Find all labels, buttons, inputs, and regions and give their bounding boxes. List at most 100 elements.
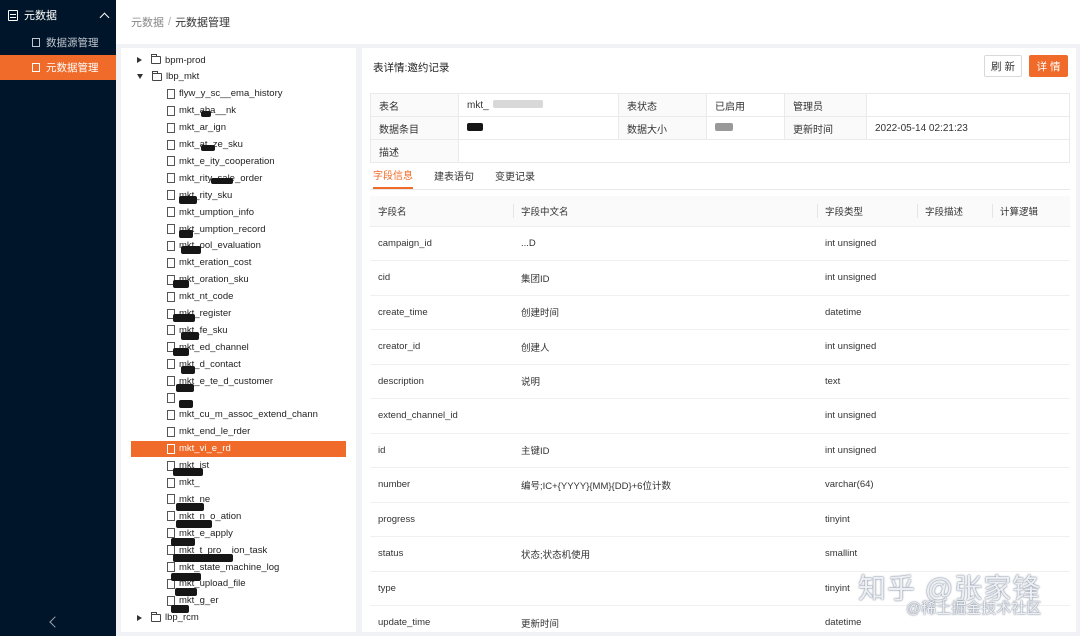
field-name-cell: number	[370, 467, 513, 503]
caret-down-icon[interactable]	[137, 74, 143, 80]
column-header: 字段类型	[817, 196, 917, 227]
field-cn-cell: 集团ID	[513, 260, 817, 296]
tab-change-log[interactable]: 变更记录	[495, 162, 535, 189]
file-icon	[167, 443, 175, 454]
redaction-mark	[173, 314, 195, 322]
redaction-mark	[179, 400, 193, 408]
field-type-cell: int unsigned	[817, 433, 917, 468]
sidebar-group-metadata[interactable]: 元数据	[0, 0, 116, 30]
tree-table-item[interactable]: mkt_ar_ign	[167, 120, 226, 136]
sidebar-item-label: 数据源管理	[46, 37, 99, 49]
file-icon	[167, 105, 175, 116]
field-cn-cell	[513, 571, 817, 606]
field-name-cell: id	[370, 433, 513, 468]
breadcrumb-current: 元数据管理	[175, 17, 231, 29]
column-header: 字段中文名	[513, 196, 817, 227]
redaction-mark	[181, 246, 201, 254]
table-info: 表名 mkt_ 表状态 已启用 管理员 数据条目 数据大小 更新时间 2022-…	[370, 93, 1070, 163]
chevron-up-icon[interactable]	[99, 12, 110, 22]
redaction-mark	[211, 178, 233, 184]
redaction-mark	[173, 348, 189, 356]
field-name-cell: create_time	[370, 295, 513, 330]
file-icon	[167, 173, 175, 184]
field-name-cell: creator_id	[370, 329, 513, 365]
field-desc-cell	[917, 226, 992, 261]
table-row[interactable]: cid 集团ID int unsigned	[370, 260, 1070, 296]
tree-table-item[interactable]: mkt_	[167, 475, 200, 491]
file-icon	[167, 494, 175, 505]
redaction-mark	[171, 573, 201, 581]
redaction-mark	[176, 520, 212, 528]
field-desc-cell	[917, 467, 992, 503]
detail-button[interactable]: 详 情	[1029, 55, 1068, 77]
tree-item-label: mkt_e_ity_cooperation	[179, 155, 275, 167]
tree-folder[interactable]: lbp_rcm	[137, 610, 199, 626]
description-value	[458, 139, 1070, 163]
refresh-button[interactable]: 刷 新	[984, 55, 1022, 77]
tree-table-item[interactable]: flyw_y_sc__ema_history	[167, 86, 283, 102]
tree-table-item[interactable]: mkt_eration_cost	[167, 255, 251, 271]
breadcrumb-parent[interactable]: 元数据	[131, 14, 164, 30]
breadcrumb-separator: /	[168, 16, 172, 28]
detail-tabs: 字段信息 建表语句 变更记录	[370, 162, 1070, 190]
field-logic-cell	[992, 329, 1070, 365]
tree-table-item[interactable]: mkt_end_le_rder	[167, 424, 250, 440]
column-header: 字段名	[370, 196, 513, 227]
table-row[interactable]: id 主键ID int unsigned	[370, 433, 1070, 468]
table-row[interactable]: number 编号;IC+{YYYY}{MM}{DD}+6位计数 varchar(6…	[370, 467, 1070, 503]
tree-table-item[interactable]: mkt_cu_m_assoc_extend_chann	[167, 407, 318, 423]
tree-table-item[interactable]: mkt_vi_e_rd	[131, 440, 346, 457]
sidebar-item-metadata[interactable]: 元数据管理	[0, 55, 116, 80]
column-header: 计算逻辑	[992, 196, 1070, 227]
table-detail-panel: 表详情:邀约记录 刷 新 详 情 表名 mkt_ 表状态 已启用 管理员 数据条…	[362, 48, 1076, 632]
watermark-line2: @稀土掘金技术社区	[906, 600, 1042, 617]
field-name-cell: description	[370, 364, 513, 399]
table-row[interactable]: campaign_id ...D int unsigned	[370, 226, 1070, 261]
table-row[interactable]: extend_channel_id int unsigned	[370, 398, 1070, 434]
tree-table-item[interactable]: mkt_d_contact	[167, 356, 241, 372]
field-type-cell: datetime	[817, 295, 917, 330]
table-tree: bpm-prod lbp_mkt flyw_y_sc__ema_historymkt…	[121, 48, 356, 632]
tree-table-item[interactable]: mkt_e_ity_cooperation	[167, 153, 275, 169]
file-icon	[167, 291, 175, 302]
sidebar-item-label: 元数据管理	[46, 62, 99, 74]
tree-item-label: flyw_y_sc__ema_history	[179, 88, 283, 100]
file-icon	[167, 511, 175, 522]
file-icon	[167, 325, 175, 336]
field-desc-cell	[917, 329, 992, 365]
document-icon	[32, 38, 40, 47]
field-logic-cell	[992, 295, 1070, 330]
tree-item-label: mkt_cu_m_assoc_extend_chann	[179, 409, 318, 421]
redaction-mark	[201, 145, 215, 151]
redaction-mark	[179, 196, 197, 204]
tree-table-item[interactable]: mkt_nt_code	[167, 289, 233, 305]
table-row[interactable]: description 说明 text	[370, 364, 1070, 399]
file-icon	[167, 139, 175, 150]
file-icon	[167, 88, 175, 99]
redaction-mark	[175, 588, 197, 596]
caret-right-icon[interactable]	[137, 614, 142, 621]
tree-folder[interactable]: lbp_mkt	[137, 69, 199, 85]
row-count-label: 数据条目	[370, 116, 459, 140]
tab-field-info[interactable]: 字段信息	[373, 162, 413, 189]
tree-table-item[interactable]: mkt_rity_sku	[167, 187, 232, 203]
tab-create-statement[interactable]: 建表语句	[434, 162, 474, 189]
field-type-cell: tinyint	[817, 502, 917, 537]
tree-table-item[interactable]	[167, 390, 179, 406]
field-name-cell: type	[370, 571, 513, 606]
tree-item-label: mkt_ed_channel	[179, 341, 249, 353]
caret-right-icon[interactable]	[137, 57, 142, 63]
sidebar-item-datasource[interactable]: 数据源管理	[0, 30, 116, 55]
tree-folder[interactable]: bpm-prod	[137, 52, 206, 68]
table-row[interactable]: status 状态;状态机使用 smallint	[370, 536, 1070, 572]
table-row[interactable]: progress tinyint	[370, 502, 1070, 537]
table-row[interactable]: creator_id 创建人 int unsigned	[370, 329, 1070, 365]
field-cn-cell: 创建时间	[513, 295, 817, 330]
breadcrumb: 元数据 / 元数据管理	[116, 0, 1080, 44]
table-row[interactable]: create_time 创建时间 datetime	[370, 295, 1070, 330]
tree-table-item[interactable]: mkt_umption_info	[167, 204, 254, 220]
field-desc-cell	[917, 398, 992, 434]
collapse-sidebar-icon[interactable]	[49, 616, 61, 628]
tree-item-label: mkt_ar_ign	[179, 122, 226, 134]
data-size-label: 数据大小	[618, 116, 707, 140]
